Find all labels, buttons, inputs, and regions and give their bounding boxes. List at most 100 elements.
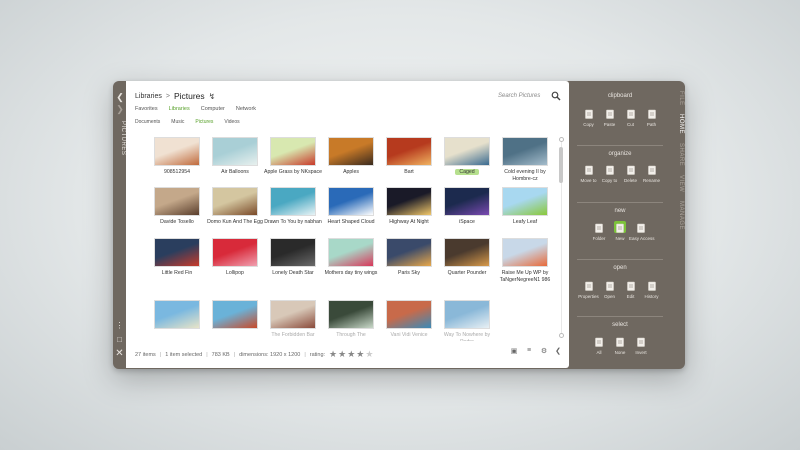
search-input[interactable]: Search Pictures	[498, 93, 540, 99]
folder-icon	[593, 221, 605, 233]
location-tabs: Favorites Libraries Computer Network	[135, 106, 256, 112]
search-icon[interactable]	[551, 91, 561, 101]
scroll-down-icon[interactable]	[559, 333, 564, 338]
ribbon-divider	[577, 202, 663, 203]
ribbon-divider	[577, 259, 663, 260]
history-button[interactable]: History	[640, 279, 664, 299]
refresh-icon[interactable]: ↯	[209, 92, 216, 101]
file-item[interactable]: Through The	[322, 300, 380, 339]
file-item[interactable]: Vani Vidi Venice	[380, 300, 438, 339]
tab-file[interactable]: FILE	[672, 91, 684, 106]
tab-pictures[interactable]: Pictures	[195, 119, 213, 125]
select-all-icon	[593, 335, 605, 347]
file-name: Cold evening II by Hombre-cz	[504, 169, 546, 182]
tab-computer[interactable]: Computer	[201, 106, 225, 112]
file-thumbnail	[270, 187, 316, 216]
rating-stars[interactable]: ★★★★★	[329, 349, 374, 360]
crumb-libraries[interactable]: Libraries	[135, 93, 162, 100]
star-icon[interactable]: ★	[338, 349, 347, 359]
selection-count: 1 item selected	[165, 351, 203, 358]
file-item[interactable]: Little Red Fin	[148, 238, 206, 277]
file-item[interactable]: Lonely Death Star	[264, 238, 322, 277]
file-item[interactable]	[206, 300, 264, 332]
item-count: 27 items	[135, 351, 156, 358]
tab-libraries[interactable]: Libraries	[169, 106, 190, 112]
library-tabs: Documents Music Pictures Videos	[135, 119, 240, 125]
easy-access-button[interactable]: Easy Access	[629, 221, 655, 241]
star-icon[interactable]: ★	[329, 349, 338, 359]
file-item[interactable]: Mothers day tiny wings	[322, 238, 380, 277]
select-none-icon	[614, 335, 626, 347]
ribbon-group-title: clipboard	[607, 93, 633, 99]
file-name: Highway At Night	[389, 219, 429, 225]
file-item[interactable]: Heart Shaped Cloud	[322, 187, 380, 226]
tab-share[interactable]: SHARE	[672, 143, 684, 166]
file-item[interactable]: The Forbidden Bar	[264, 300, 322, 339]
file-thumbnail	[386, 300, 432, 329]
file-name: Way To Nowhere by Pedro	[443, 332, 491, 341]
file-item[interactable]: Air Balloons	[206, 137, 264, 176]
settings-icon[interactable]: ⚙	[539, 347, 549, 355]
scrollbar-thumb[interactable]	[559, 147, 563, 183]
file-item[interactable]: Caged	[438, 137, 496, 176]
file-item[interactable]: Highway At Night	[380, 187, 438, 226]
tab-videos[interactable]: Videos	[224, 119, 239, 125]
file-thumbnail	[502, 187, 548, 216]
crumb-pictures[interactable]: Pictures	[174, 91, 205, 101]
tab-home[interactable]: HOME	[672, 114, 684, 134]
close-icon[interactable]: ✕	[115, 348, 124, 359]
file-thumbnail	[212, 300, 258, 329]
ribbon-button-label: Invert	[635, 350, 647, 355]
edit-icon	[625, 279, 637, 291]
file-item[interactable]: Drawn To You by nabhan	[264, 187, 322, 226]
tab-music[interactable]: Music	[171, 119, 184, 125]
tab-documents[interactable]: Documents	[135, 119, 160, 125]
tab-manage[interactable]: MANAGE	[672, 201, 684, 230]
collapse-icon[interactable]: ❮	[553, 347, 563, 355]
invert-icon	[635, 335, 647, 347]
file-item[interactable]: Lollipop	[206, 238, 264, 277]
tab-network[interactable]: Network	[236, 106, 256, 112]
file-item[interactable]: Paris Sky	[380, 238, 438, 277]
tab-view[interactable]: VIEW	[672, 175, 684, 192]
file-name: The Forbidden Bar	[271, 332, 315, 338]
window-restore-icon[interactable]: □	[115, 335, 124, 344]
file-item[interactable]: Domo Kun And The Egg	[206, 187, 264, 226]
file-item[interactable]: Quarter Pounder	[438, 238, 496, 277]
file-item[interactable]: Raise Me Up WP by TaNgerNegreeN1 986	[496, 238, 553, 283]
star-icon[interactable]: ★	[365, 349, 374, 359]
file-item[interactable]: Cold evening II by Hombre-cz	[496, 137, 553, 182]
scroll-up-icon[interactable]	[559, 137, 564, 142]
back-icon[interactable]: ❮	[115, 92, 125, 103]
properties-icon	[583, 279, 595, 291]
thumbnail-view-icon[interactable]: ▣	[509, 347, 519, 355]
file-item[interactable]: Way To Nowhere by Pedro	[438, 300, 496, 341]
copy-icon	[583, 107, 595, 119]
file-item[interactable]: 908512954	[148, 137, 206, 176]
file-item[interactable]	[148, 300, 206, 332]
ribbon-divider	[577, 145, 663, 146]
file-item[interactable]: Bart	[380, 137, 438, 176]
tab-favorites[interactable]: Favorites	[135, 106, 158, 112]
path-button[interactable]: Path	[640, 107, 664, 127]
cut-icon	[625, 107, 637, 119]
file-name: Lonely Death Star	[272, 270, 314, 276]
file-item[interactable]: Davide Tosello	[148, 187, 206, 226]
file-name: Heart Shaped Cloud	[327, 219, 375, 225]
file-item[interactable]: Leafy Leaf	[496, 187, 553, 226]
file-item[interactable]: Apples	[322, 137, 380, 176]
pin-icon[interactable]: ⋮	[115, 321, 124, 330]
invert-button[interactable]: Invert	[629, 335, 653, 355]
star-icon[interactable]: ★	[356, 349, 365, 359]
file-thumbnail	[328, 137, 374, 166]
forward-icon[interactable]: ❯	[115, 104, 125, 115]
star-icon[interactable]: ★	[347, 349, 356, 359]
file-item[interactable]: Apple Grass by NKspace	[264, 137, 322, 176]
details-view-icon[interactable]: ≡	[524, 347, 534, 354]
file-name: Davide Tosello	[160, 219, 194, 225]
rename-button[interactable]: Rename	[640, 163, 664, 183]
file-name: Paris Sky	[398, 270, 420, 276]
file-item[interactable]: iSpace	[438, 187, 496, 226]
file-thumbnail	[270, 238, 316, 267]
dimensions: dimensions: 1920 x 1200	[239, 351, 301, 358]
